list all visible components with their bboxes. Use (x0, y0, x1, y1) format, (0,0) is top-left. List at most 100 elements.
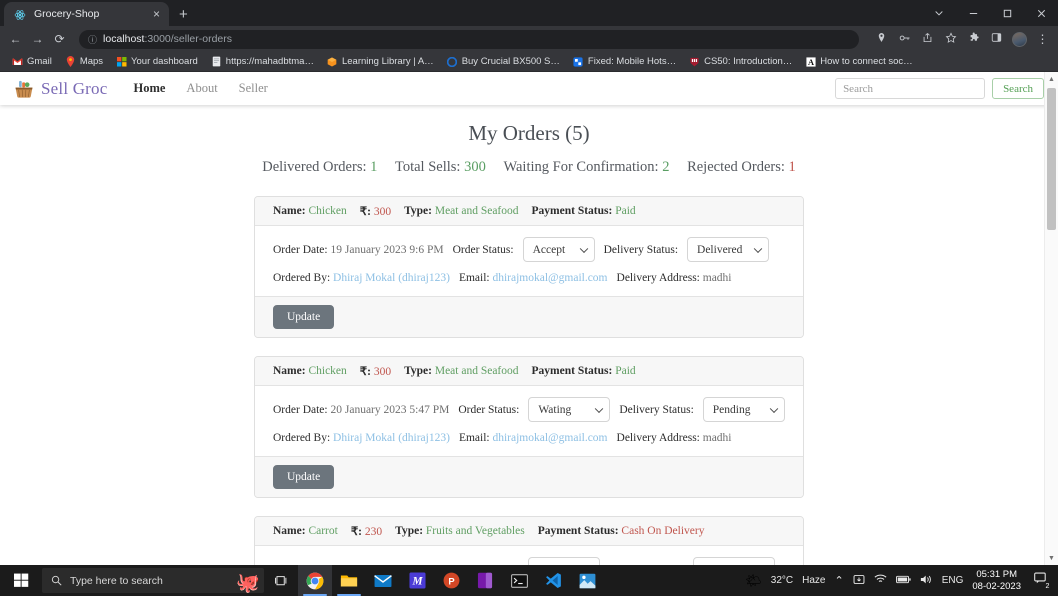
tab-search-icon[interactable] (922, 0, 956, 26)
site-info-icon[interactable]: ⓘ (88, 33, 97, 46)
notification-center-icon[interactable]: 2 (1030, 572, 1052, 591)
key-icon[interactable] (897, 32, 912, 47)
order-name-field: Name: Carrot (273, 525, 338, 537)
battery-icon[interactable] (895, 575, 911, 587)
delivery-status-select[interactable]: Delivered (687, 237, 770, 262)
chevron-down-icon (769, 404, 779, 413)
nav-link-seller[interactable]: Seller (239, 81, 268, 96)
language-indicator[interactable]: ENG (942, 575, 964, 586)
bookmark-item[interactable]: Gmail (6, 55, 58, 68)
taskbar-search[interactable]: Type here to search 🐙 (42, 568, 264, 593)
ordered-by-value[interactable]: Dhiraj Mokal (dhiraj123) (333, 272, 450, 284)
cortana-icon[interactable]: 🐙 (236, 571, 260, 593)
clock-date: 08-02-2023 (972, 580, 1021, 592)
taskbar-app-vscode-icon[interactable] (536, 565, 570, 596)
close-icon[interactable] (1024, 0, 1058, 26)
ordered-by-value[interactable]: Dhiraj Mokal (dhiraj123) (333, 432, 450, 444)
task-view-icon[interactable] (264, 565, 298, 596)
extensions-puzzle-icon[interactable] (966, 31, 981, 47)
taskbar-clock[interactable]: 05:31 PM 08-02-2023 (972, 569, 1021, 592)
order-card-body: Order Date: 20 January 2023 5:50 PM Orde… (255, 546, 803, 565)
delivery-status-select[interactable]: Pending (702, 397, 785, 422)
onedrive-icon[interactable] (853, 574, 865, 588)
forward-arrow-icon[interactable]: → (30, 32, 45, 46)
search-button[interactable]: Search (992, 78, 1044, 99)
url-path: :3000/seller-orders (144, 33, 233, 45)
bookmark-item[interactable]: Learning Library | A… (321, 55, 440, 68)
chevron-down-icon (595, 404, 604, 413)
maximize-icon[interactable] (990, 0, 1024, 26)
delivery-address-value: madhi (702, 432, 732, 444)
windows-start-icon[interactable] (0, 565, 42, 596)
order-status-select[interactable]: Reject (528, 557, 601, 565)
volume-icon[interactable] (920, 574, 933, 588)
share-icon[interactable] (920, 32, 935, 46)
scroll-up-arrow[interactable]: ▲ (1045, 72, 1058, 86)
side-panel-icon[interactable] (989, 32, 1004, 46)
scroll-down-arrow[interactable]: ▼ (1045, 551, 1058, 565)
gmail-icon (12, 56, 23, 67)
order-status-select[interactable]: Accept (522, 237, 595, 262)
ordered-by-label: Ordered By: (273, 272, 331, 284)
order-card-footer: Update (255, 456, 803, 497)
wifi-icon[interactable] (874, 574, 887, 587)
taskbar-app-powerpoint-icon[interactable]: P (434, 565, 468, 596)
taskbar-app-photos-icon[interactable] (570, 565, 604, 596)
page-scrollbar[interactable]: ▲ ▼ (1044, 72, 1058, 565)
bookmark-label: How to connect soc… (820, 56, 913, 67)
taskbar-app-file-explorer-icon[interactable] (332, 565, 366, 596)
stat-label: Waiting For Confirmation: (503, 159, 659, 175)
browser-tab[interactable]: Grocery-Shop × (4, 2, 169, 26)
bookmark-item[interactable]: Fixed: Mobile Hots… (567, 55, 682, 68)
order-card-footer: Update (255, 296, 803, 337)
taskbar-app-mail-icon[interactable] (366, 565, 400, 596)
back-arrow-icon[interactable]: ← (8, 32, 23, 46)
update-button[interactable]: Update (273, 465, 335, 489)
brand[interactable]: Sell Groc (14, 79, 107, 99)
svg-text:A: A (808, 57, 814, 66)
email-value[interactable]: dhirajmokal@gmail.com (492, 432, 607, 444)
email-value[interactable]: dhirajmokal@gmail.com (492, 272, 607, 284)
new-tab-button[interactable]: + (179, 7, 188, 22)
address-bar[interactable]: ⓘ localhost:3000/seller-orders (79, 29, 859, 49)
notification-badge: 2 (1043, 581, 1052, 591)
scrollbar-thumb[interactable] (1047, 88, 1056, 230)
order-status-select[interactable]: Wating (528, 397, 611, 422)
order-date-value: 20 January 2023 5:47 PM (330, 403, 450, 416)
page-title: My Orders (5) (468, 121, 590, 145)
nav-link-about[interactable]: About (186, 81, 217, 96)
kebab-menu-icon[interactable]: ⋮ (1035, 32, 1050, 46)
reload-icon[interactable]: ⟳ (52, 32, 67, 46)
profile-avatar[interactable] (1012, 31, 1027, 47)
page-viewport: Sell Groc Home About Seller Search My Or… (0, 72, 1058, 565)
bookmark-item[interactable]: https://mahadbtma… (205, 55, 320, 68)
location-pin-icon[interactable] (874, 32, 889, 46)
show-hidden-icons[interactable]: ⌃ (835, 574, 844, 587)
taskbar-app-terminal-icon[interactable] (502, 565, 536, 596)
taskbar-app-chrome-icon[interactable] (298, 565, 332, 596)
chevron-down-icon (579, 244, 588, 253)
svg-text:M: M (411, 576, 423, 588)
browser-window: Grocery-Shop × + ← → ⟳ ⓘ localhost:3000/… (0, 0, 1058, 565)
bookmark-item[interactable]: CS50: Introduction… (683, 55, 798, 68)
search-input[interactable] (835, 78, 986, 99)
minimize-icon[interactable] (956, 0, 990, 26)
bookmark-item[interactable]: Maps (59, 55, 109, 68)
tab-close-icon[interactable]: × (150, 8, 163, 20)
bookmark-item[interactable]: Your dashboard (110, 55, 204, 68)
taskbar-app-m-app-icon[interactable]: M (400, 565, 434, 596)
taskbar-app-onenote-icon[interactable] (468, 565, 502, 596)
bookmark-item[interactable]: A How to connect soc… (799, 55, 918, 68)
bookmark-star-icon[interactable] (943, 31, 958, 47)
update-button[interactable]: Update (273, 305, 335, 329)
harvard-icon (689, 56, 700, 67)
bookmark-item[interactable]: Buy Crucial BX500 S… (441, 55, 566, 68)
bookmark-label: Fixed: Mobile Hots… (587, 56, 677, 67)
weather-temp: 32°C (770, 575, 794, 586)
bookmark-label: CS50: Introduction… (704, 56, 793, 67)
order-status-value: Wating (538, 403, 572, 416)
delivery-status-select[interactable]: Pending (692, 557, 775, 565)
nav-link-home[interactable]: Home (133, 81, 165, 96)
document-icon (211, 56, 222, 67)
order-status-value: Accept (532, 243, 566, 256)
